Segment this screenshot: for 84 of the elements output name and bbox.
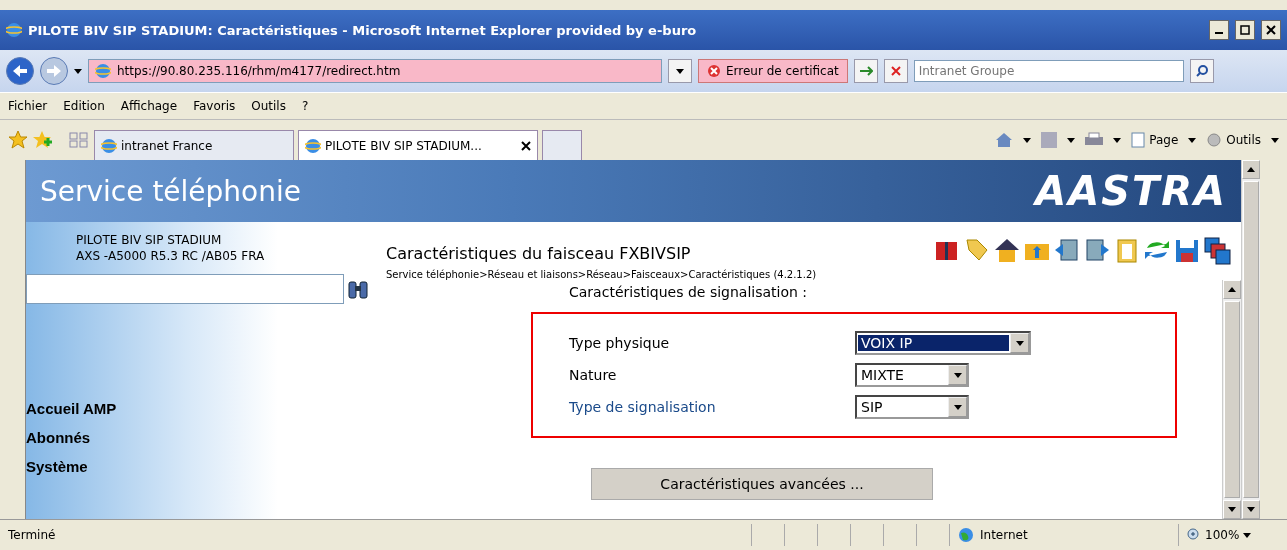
globe-icon — [958, 527, 974, 543]
search-icon — [1195, 65, 1208, 77]
globe-e-icon — [101, 137, 117, 154]
error-icon — [707, 64, 721, 78]
binoculars-icon[interactable] — [348, 278, 368, 300]
nav-link[interactable]: Abonnés — [26, 429, 386, 446]
down-arrow-icon — [1067, 137, 1076, 143]
back-arrow-icon — [13, 65, 27, 77]
forward-arrow-icon — [47, 65, 61, 77]
search-button[interactable] — [1189, 59, 1214, 83]
field-link[interactable]: Type de signalisation — [569, 399, 855, 415]
down-arrow-icon — [1188, 137, 1197, 143]
up-arrow-icon — [1247, 167, 1255, 172]
status-text: Terminé — [7, 528, 57, 542]
logo: AASTRA — [1035, 168, 1227, 214]
tools-menu[interactable]: Outils — [1206, 132, 1261, 148]
down-arrow-icon — [1247, 507, 1255, 512]
globe-e-icon — [95, 63, 111, 79]
browser-tab[interactable]: PILOTE BIV SIP STADIUM... — [298, 130, 538, 160]
down-arrow-icon — [1271, 137, 1279, 143]
page-menu[interactable]: Page — [1131, 132, 1179, 148]
maximize-button[interactable] — [1235, 20, 1255, 40]
copy-icon[interactable] — [1203, 236, 1231, 266]
menu-item[interactable]: Outils — [251, 99, 286, 113]
down-arrow-icon — [74, 68, 82, 74]
zone-text: Internet — [980, 528, 1028, 542]
zoom-control[interactable]: 100% — [1178, 524, 1287, 546]
field-label: Type physique — [569, 335, 671, 351]
close-button[interactable] — [1261, 20, 1281, 40]
menu-item[interactable]: Favoris — [193, 99, 236, 113]
zoom-icon — [1187, 528, 1201, 542]
globe-e-icon — [305, 137, 321, 154]
close-icon — [1266, 25, 1276, 35]
section-title: Caractéristiques de signalisation : — [569, 284, 809, 300]
down-arrow-icon — [953, 404, 962, 410]
down-arrow-icon — [1023, 137, 1032, 143]
version-text: AXS -A5000 R5.3 RC /AB05 FRA — [76, 248, 266, 264]
browser-tab[interactable]: intranet France — [94, 130, 294, 160]
advanced-button[interactable]: Caractéristiques avancées ... — [591, 468, 933, 500]
forward-button[interactable] — [40, 57, 68, 85]
nav-link[interactable]: Système — [26, 458, 386, 475]
menu-item[interactable]: Affichage — [120, 99, 178, 113]
globe-e-icon — [6, 22, 22, 38]
banner-title: Service téléphonie — [40, 174, 301, 208]
home-icon[interactable] — [995, 132, 1014, 148]
maximize-icon — [1240, 25, 1250, 35]
page-icon — [1131, 132, 1146, 148]
scrollbar[interactable] — [1222, 280, 1241, 519]
scrollbar[interactable] — [1241, 160, 1260, 519]
refresh-button[interactable] — [853, 59, 878, 83]
add-favorite-icon[interactable] — [32, 130, 52, 150]
printer-icon[interactable] — [1085, 132, 1104, 148]
breadcrumb: Service téléphonie>Réseau et liaisons>Réseau>Faisceaux>Caractéristiques (4.2.1.2) — [386, 269, 817, 280]
close-icon — [890, 66, 901, 76]
minimize-button[interactable] — [1209, 20, 1229, 40]
system-name: PILOTE BIV SIP STADIUM — [76, 232, 223, 248]
select-field[interactable]: VOIX IP — [855, 331, 1031, 355]
address-field[interactable]: https://90.80.235.116/rhm/m4177/redirect.htm — [88, 59, 662, 83]
back-button[interactable] — [6, 57, 34, 85]
menu-item[interactable]: Fichier — [8, 99, 48, 113]
down-arrow-icon — [676, 68, 684, 74]
window-title: PILOTE BIV SIP STADIUM: Caractéristiques - Microsoft Internet Explorer provided by e-buro — [28, 22, 698, 38]
down-arrow-icon — [953, 372, 962, 378]
new-tab[interactable] — [542, 130, 582, 160]
page-title: Caractéristiques du faisceau FXBIVSIP — [386, 244, 692, 263]
menu-item[interactable]: ? — [301, 99, 309, 113]
stop-button[interactable] — [883, 59, 908, 83]
up-arrow-icon — [1228, 287, 1236, 292]
close-icon[interactable] — [521, 140, 531, 151]
nav-link[interactable]: Accueil AMP — [26, 400, 386, 417]
star-icon[interactable] — [8, 130, 28, 150]
select-field[interactable]: SIP — [855, 395, 969, 419]
down-arrow-icon — [1113, 137, 1122, 143]
field-label: Nature — [569, 367, 618, 383]
down-arrow-icon — [1015, 340, 1024, 346]
down-arrow-icon — [1243, 532, 1252, 538]
select-field[interactable]: MIXTE — [855, 363, 969, 387]
arrow-icon — [858, 66, 873, 76]
certificate-error-button[interactable]: Erreur de certificat — [698, 59, 848, 83]
search-field[interactable] — [26, 274, 344, 304]
menu-item[interactable]: Edition — [63, 99, 105, 113]
search-field[interactable]: Intranet Groupe — [913, 60, 1184, 82]
dropdown-button[interactable] — [668, 59, 692, 83]
down-arrow-icon — [1228, 507, 1236, 512]
